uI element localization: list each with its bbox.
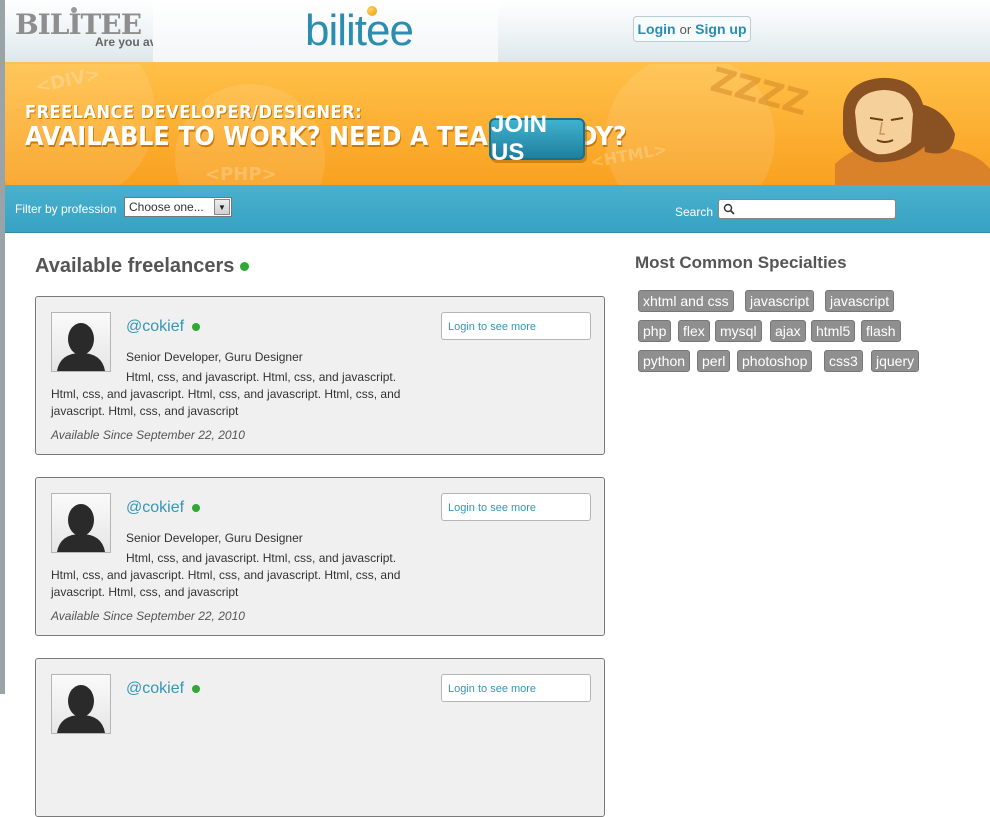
join-us-button[interactable]: JOIN US (489, 111, 585, 166)
default-avatar-icon (57, 504, 105, 552)
specialty-tag[interactable]: flex (678, 320, 710, 342)
specialty-tag[interactable]: php (638, 320, 672, 342)
login-to-see-more-button[interactable]: Login to see more (441, 312, 591, 340)
online-status-icon (240, 262, 250, 272)
banner-deco-php: <PHP> (205, 164, 277, 185)
specialty-tag[interactable]: flash (861, 320, 901, 342)
sleepy-character-illustration (835, 77, 990, 187)
freelancer-card: @cokief Senior Developer, Guru Designer … (35, 477, 605, 636)
online-status-icon (192, 322, 201, 331)
avatar[interactable] (51, 493, 111, 553)
profession-select-value: Choose one... (129, 200, 204, 214)
online-status-icon (192, 684, 201, 693)
profession-select[interactable]: Choose one... ▼ (124, 197, 232, 217)
specialty-tag[interactable]: photoshop (737, 350, 813, 372)
specialties-title: Most Common Specialties (635, 253, 847, 272)
specialty-tag[interactable]: xhtml and css (638, 290, 734, 312)
promo-banner: <DIV> <PHP> <HTML> FREELANCE DEVELOPER/D… (5, 62, 990, 187)
specialty-tag[interactable]: python (638, 350, 691, 372)
filter-bar: Filter by profession Choose one... ▼ Sea… (5, 185, 990, 233)
auth-or-text: or (679, 21, 692, 37)
freelancer-handle[interactable]: @cokief (126, 499, 201, 517)
auth-box: Login or Sign up (633, 16, 751, 42)
specialty-tag[interactable]: ajax (770, 320, 806, 342)
chevron-down-icon[interactable]: ▼ (214, 199, 230, 215)
main-content: Available freelancers @cokief Senior Dev… (5, 233, 990, 817)
specialty-tag[interactable]: javascript (825, 290, 895, 312)
freelancer-description: Html, css, and javascript. Html, css, an… (51, 387, 401, 418)
section-title: Available freelancers (35, 255, 250, 278)
specialty-tag[interactable]: css3 (824, 350, 863, 372)
freelancer-role: Senior Developer, Guru Designer (126, 531, 303, 545)
handle-text: @cokief (126, 680, 185, 697)
login-to-see-more-button[interactable]: Login to see more (441, 674, 591, 702)
avatar[interactable] (51, 312, 111, 372)
specialty-tag[interactable]: mysql (715, 320, 762, 342)
freelancer-description-line: Html, css, and javascript. Html, css, an… (126, 551, 397, 565)
specialty-tag[interactable]: html5 (811, 320, 856, 342)
default-avatar-icon (57, 685, 105, 733)
login-to-see-more-button[interactable]: Login to see more (441, 493, 591, 521)
freelancer-description: Html, css, and javascript. Html, css, an… (51, 568, 401, 599)
banner-heading: FREELANCE DEVELOPER/DESIGNER: (25, 102, 363, 123)
search-icon (723, 203, 735, 215)
freelancer-role: Senior Developer, Guru Designer (126, 350, 303, 364)
available-since: Available Since September 22, 2010 (51, 428, 245, 442)
online-status-icon (192, 503, 201, 512)
search-label: Search (675, 205, 714, 219)
available-since: Available Since September 22, 2010 (51, 609, 245, 623)
filter-label: Filter by profession (15, 202, 117, 216)
login-link[interactable]: Login (638, 21, 676, 37)
specialty-tag[interactable]: javascript (745, 290, 815, 312)
handle-text: @cokief (126, 318, 185, 335)
section-title-text: Available freelancers (35, 255, 235, 277)
handle-text: @cokief (126, 499, 185, 516)
site-header: BILITEE Are you av bilitee Login or Sign… (5, 0, 990, 63)
specialty-tag[interactable]: perl (697, 350, 731, 372)
freelancer-handle[interactable]: @cokief (126, 680, 201, 698)
default-avatar-icon (57, 323, 105, 371)
logo-dot-icon (367, 6, 377, 16)
avatar[interactable] (51, 674, 111, 734)
freelancer-card: @cokief Senior Developer, Guru Designer … (35, 296, 605, 455)
signup-link[interactable]: Sign up (695, 21, 746, 37)
site-logo[interactable]: bilitee (305, 6, 414, 56)
freelancer-description-line: Html, css, and javascript. Html, css, an… (126, 370, 397, 384)
mini-logo-dot (71, 7, 77, 13)
search-input[interactable] (718, 199, 896, 219)
freelancer-handle[interactable]: @cokief (126, 318, 201, 336)
specialty-tag[interactable]: jquery (871, 350, 920, 372)
tagline: Are you av (95, 35, 157, 49)
freelancer-card: @cokief Login to see more (35, 658, 605, 817)
